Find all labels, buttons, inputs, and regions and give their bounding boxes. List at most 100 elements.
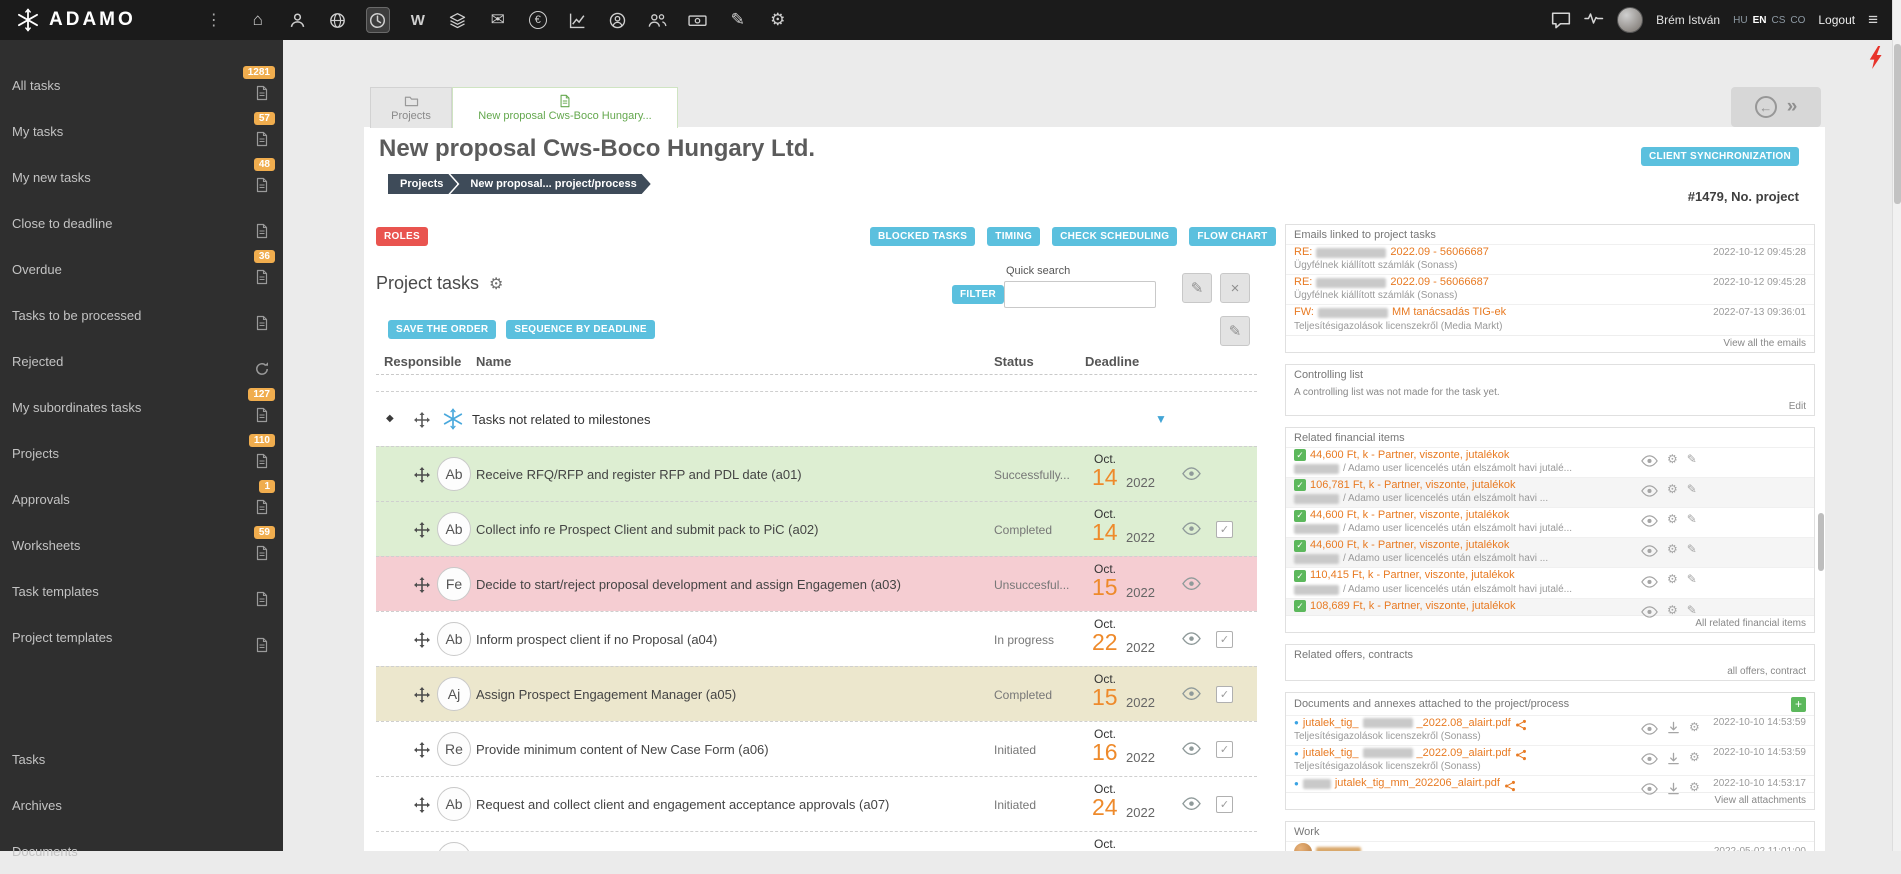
sidebar-item-worksheets[interactable]: Worksheets 59 (0, 522, 283, 568)
chat-icon[interactable] (1551, 11, 1571, 29)
task-name[interactable]: Assign Prospect Engagement Manager (a05) (476, 687, 976, 702)
task-row[interactable]: Ab Receive RFQ/RFP and register RFP and … (376, 446, 1257, 501)
gear-icon[interactable]: ⚙ (1689, 750, 1700, 764)
profile-icon[interactable] (606, 7, 630, 33)
forward-chevrons-icon[interactable]: » (1787, 96, 1798, 118)
view-icon[interactable] (1641, 453, 1658, 465)
users-icon[interactable] (646, 7, 670, 33)
time-tracking-icon[interactable] (366, 7, 390, 33)
view-icon[interactable] (1641, 543, 1658, 555)
email-item[interactable]: RE: 2022.09 - 56066687 2022-10-12 09:45:… (1286, 244, 1814, 274)
task-name[interactable]: Request and collect client and engagemen… (476, 797, 976, 812)
view-icon[interactable] (1641, 781, 1658, 793)
task-checkbox[interactable]: ✓ (1216, 796, 1233, 813)
lang-cs[interactable]: CS (1771, 15, 1785, 26)
download-icon[interactable] (1667, 751, 1680, 764)
work-item[interactable]: 2022-05-02 11:01:00 munkavégzés ideje 1:… (1286, 841, 1814, 851)
edit-pencil-icon[interactable]: ✎ (1687, 603, 1697, 617)
view-icon[interactable] (1641, 721, 1658, 733)
panel-scrollbar-thumb[interactable] (1818, 513, 1824, 571)
edit-pencil-icon[interactable]: ✎ (1687, 542, 1697, 556)
sidebar-item-all-tasks[interactable]: All tasks 1281 (0, 62, 283, 108)
task-checkbox[interactable]: ✓ (1216, 521, 1233, 538)
document-filename[interactable]: jutalek_tig_mm_202206_alairt.pdf (1335, 777, 1500, 790)
drag-handle-icon[interactable] (414, 577, 430, 593)
view-task-icon[interactable] (1182, 577, 1201, 590)
add-attachment-button[interactable]: + (1791, 697, 1806, 712)
view-task-icon[interactable] (1182, 467, 1201, 480)
check-scheduling-button[interactable]: CHECK SCHEDULING (1052, 227, 1177, 246)
filter-button[interactable]: FILTER (952, 285, 1004, 304)
sidebar-item-project-templates[interactable]: Project templates (0, 614, 283, 660)
hamburger-menu-icon[interactable]: ≡ (1868, 10, 1878, 30)
lang-en[interactable]: EN (1753, 15, 1767, 26)
sidebar-item-my-tasks[interactable]: My tasks 57 (0, 108, 283, 154)
drag-handle-icon[interactable] (414, 742, 430, 758)
breadcrumb-current[interactable]: New proposal... project/process (450, 174, 650, 194)
network-icon[interactable] (326, 7, 350, 33)
sidebar-item-my-subordinates-tasks[interactable]: My subordinates tasks 127 (0, 384, 283, 430)
document-item[interactable]: ● jutalek_tig_ _2022.08_alairt.pdf 2022-… (1286, 715, 1814, 745)
task-row[interactable]: Fe Decide to start/reject proposal devel… (376, 556, 1257, 611)
task-checkbox[interactable]: ✓ (1216, 631, 1233, 648)
task-name[interactable]: Collect info re Prospect Client and subm… (476, 522, 976, 537)
all-financial-items-link[interactable]: All related financial items (1695, 618, 1806, 629)
gear-icon[interactable]: ⚙ (1667, 572, 1678, 586)
view-task-icon[interactable] (1182, 797, 1201, 810)
financial-link[interactable]: 110,415 Ft, k - Partner, viszonte, jutal… (1310, 569, 1515, 582)
view-task-icon[interactable] (1182, 687, 1201, 700)
window-scrollbar-thumb[interactable] (1894, 44, 1901, 204)
edit-pencil-icon[interactable]: ✎ (1687, 572, 1697, 586)
modules-icon[interactable] (446, 7, 470, 33)
logout-button[interactable]: Logout (1818, 13, 1855, 27)
sidebar-item-close-to-deadline[interactable]: Close to deadline (0, 200, 283, 246)
contacts-icon[interactable] (286, 7, 310, 33)
edit-icon[interactable]: ✎ (726, 7, 750, 33)
timing-button[interactable]: TIMING (987, 227, 1040, 246)
collapse-icon[interactable]: ▼ (1155, 412, 1167, 426)
task-row[interactable]: Aj Assign Prospect Engagement Manager (a… (376, 666, 1257, 721)
email-subject-prefix[interactable]: RE: (1294, 276, 1312, 289)
edit-pencil-icon[interactable]: ✎ (1687, 482, 1697, 496)
view-task-icon[interactable] (1182, 632, 1201, 645)
task-checkbox[interactable]: ✓ (1216, 686, 1233, 703)
gear-icon[interactable]: ⚙ (1667, 452, 1678, 466)
app-logo[interactable]: ADAMO (0, 8, 136, 32)
gear-icon[interactable]: ⚙ (1667, 603, 1678, 617)
roles-button[interactable]: ROLES (376, 227, 428, 246)
sidebar-item-approvals[interactable]: Approvals 1 (0, 476, 283, 522)
document-filename[interactable]: _2022.09_alairt.pdf (1417, 747, 1511, 760)
email-subject-prefix[interactable]: FW: (1294, 306, 1314, 319)
share-icon[interactable] (1504, 778, 1516, 790)
section-gear-icon[interactable]: ⚙ (489, 274, 503, 294)
financial-item[interactable]: ✓ 44,600 Ft, k - Partner, viszonte, juta… (1286, 447, 1814, 477)
drag-handle-icon[interactable] (414, 632, 430, 648)
financial-item[interactable]: ✓ 110,415 Ft, k - Partner, viszonte, jut… (1286, 567, 1814, 597)
controlling-edit-link[interactable]: Edit (1789, 401, 1806, 412)
sidebar-item-overdue[interactable]: Overdue 36 (0, 246, 283, 292)
gear-icon[interactable]: ⚙ (1667, 542, 1678, 556)
view-icon[interactable] (1641, 483, 1658, 495)
settings-gear-icon[interactable]: ⚙ (766, 7, 790, 33)
download-icon[interactable] (1667, 720, 1680, 733)
close-button[interactable]: × (1220, 273, 1250, 303)
view-task-icon[interactable] (1182, 522, 1201, 535)
task-name[interactable]: Decide to start/reject proposal developm… (476, 577, 976, 592)
financial-item[interactable]: ✓ 108,689 Ft, k - Partner, viszonte, jut… (1286, 598, 1814, 615)
task-checkbox[interactable]: ✓ (1216, 741, 1233, 758)
financial-item[interactable]: ✓ 44,600 Ft, k - Partner, viszonte, juta… (1286, 507, 1814, 537)
email-subject[interactable]: 2022.09 - 56066687 (1390, 246, 1488, 259)
blocked-tasks-button[interactable]: BLOCKED TASKS (870, 227, 975, 246)
alert-bolt-icon[interactable] (1868, 46, 1883, 69)
drag-handle-icon[interactable] (414, 687, 430, 703)
gear-icon[interactable]: ⚙ (1689, 720, 1700, 734)
drag-handle-icon[interactable] (414, 412, 430, 428)
task-row[interactable]: Oct. (376, 831, 1257, 851)
quick-search-input[interactable] (1004, 281, 1156, 308)
email-subject-prefix[interactable]: RE: (1294, 246, 1312, 259)
lang-co[interactable]: CO (1790, 15, 1805, 26)
financial-item[interactable]: ✓ 44,600 Ft, k - Partner, viszonte, juta… (1286, 537, 1814, 567)
financial-link[interactable]: 106,781 Ft, k - Partner, viszonte, jutal… (1310, 479, 1515, 492)
edit-tasks-button[interactable]: ✎ (1182, 273, 1212, 303)
email-item[interactable]: RE: 2022.09 - 56066687 2022-10-12 09:45:… (1286, 274, 1814, 304)
